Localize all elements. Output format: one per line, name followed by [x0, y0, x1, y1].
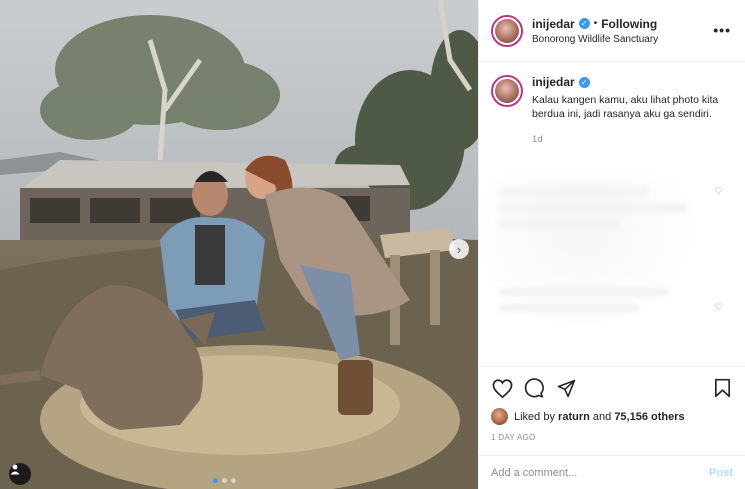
carousel-dot	[231, 478, 236, 483]
carousel-next-button[interactable]: ›	[449, 239, 469, 259]
liked-by-prefix: Liked by	[514, 410, 555, 423]
following-button[interactable]: Following	[601, 17, 657, 31]
post-photo[interactable]: ›	[0, 0, 478, 489]
post-side-panel: inijedar ✓ • Following Bonorong Wildlife…	[478, 0, 745, 489]
post-actions: Liked by raturn and 75,156 others 1 DAY …	[479, 366, 745, 442]
person-icon	[10, 464, 20, 475]
post-comment-button[interactable]: Post	[709, 467, 733, 479]
comments-section[interactable]: inijedar ✓ Kalau kangen kamu, aku lihat …	[479, 63, 745, 364]
liked-by-user[interactable]: raturn	[558, 411, 590, 423]
caption-timestamp: 1d	[532, 133, 543, 145]
comment-input[interactable]	[491, 466, 710, 479]
save-button[interactable]	[711, 377, 733, 399]
heart-icon	[492, 378, 512, 398]
post-header: inijedar ✓ • Following Bonorong Wildlife…	[479, 0, 745, 62]
post-location[interactable]: Bonorong Wildlife Sanctuary	[532, 34, 658, 45]
like-button[interactable]	[491, 377, 513, 399]
paper-plane-icon	[557, 379, 575, 397]
author-avatar[interactable]	[491, 14, 523, 47]
bookmark-icon	[714, 378, 730, 398]
photo-scene	[0, 0, 478, 489]
caption-avatar[interactable]	[491, 75, 523, 107]
verified-badge-icon: ✓	[578, 76, 590, 88]
tagged-people-button[interactable]	[9, 463, 31, 485]
more-options-button[interactable]: •••	[713, 22, 731, 38]
carousel-dot	[213, 478, 218, 483]
caption: inijedar ✓ Kalau kangen kamu, aku lihat …	[479, 63, 745, 145]
comment-icon	[524, 378, 544, 398]
separator-dot: •	[593, 18, 598, 29]
comment-button[interactable]	[523, 377, 545, 399]
comment-like-icon[interactable]: ♡	[714, 186, 723, 197]
post-timestamp[interactable]: 1 DAY AGO	[491, 433, 733, 442]
caption-text: Kalau kangen kamu, aku lihat photo kita …	[532, 94, 719, 121]
liked-by-and: and	[592, 410, 612, 423]
likes-count[interactable]: 75,156 others	[614, 411, 684, 423]
carousel-indicator	[213, 478, 236, 483]
author-username[interactable]: inijedar	[532, 17, 575, 31]
likes-summary[interactable]: Liked by raturn and 75,156 others	[491, 408, 733, 425]
carousel-dot	[222, 478, 227, 483]
add-comment-bar: Post	[479, 455, 745, 489]
caption-username[interactable]: inijedar	[532, 75, 575, 89]
comment-like-icon[interactable]: ♡	[714, 302, 723, 313]
blurred-comments	[489, 178, 719, 348]
share-button[interactable]	[555, 377, 577, 399]
verified-badge-icon: ✓	[578, 18, 590, 29]
liker-avatar[interactable]	[491, 408, 508, 425]
